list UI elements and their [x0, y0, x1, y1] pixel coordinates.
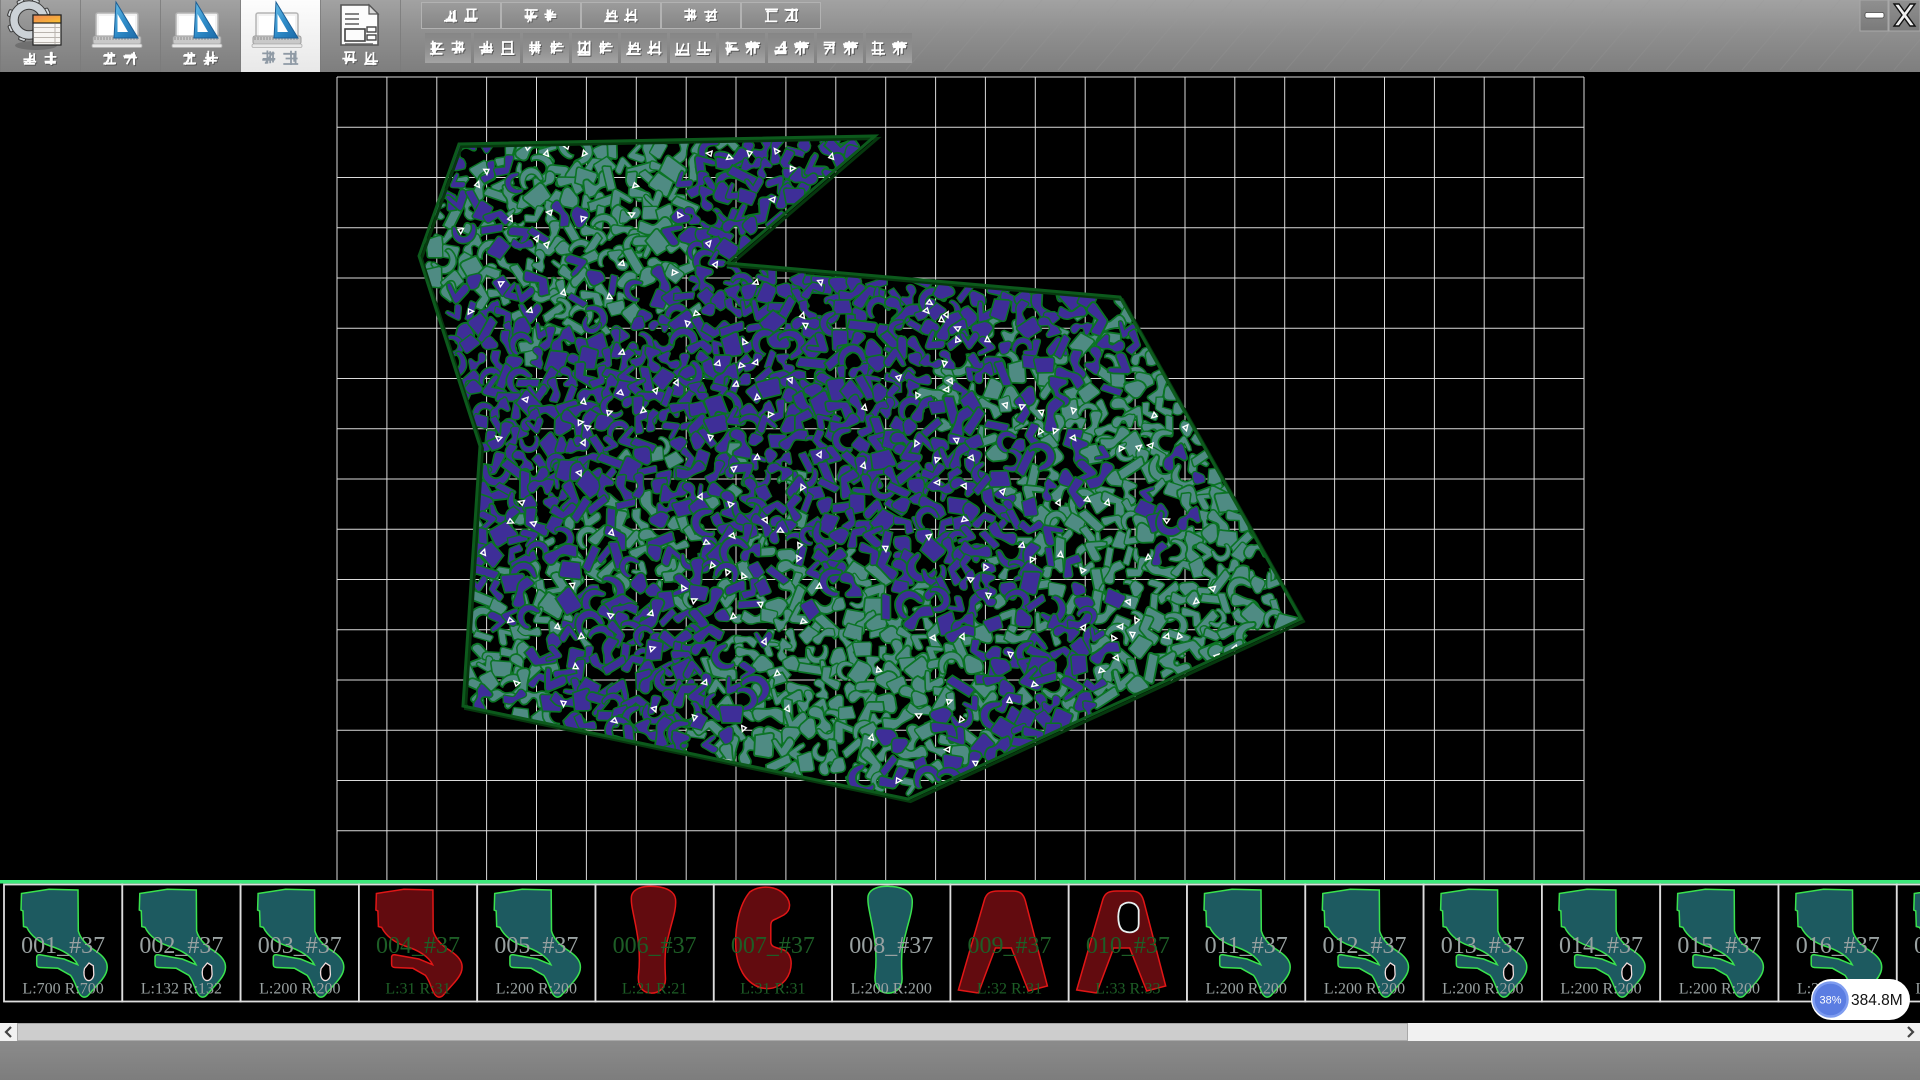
svg-text:014_#37: 014_#37	[1559, 933, 1643, 959]
svg-text:L:200 R:200: L:200 R:200	[1442, 981, 1523, 998]
svg-text:001_#37: 001_#37	[21, 933, 105, 959]
svg-text:L:200 R:200: L:200 R:200	[259, 981, 340, 998]
svg-text:013_#37: 013_#37	[1441, 933, 1525, 959]
svg-text:L:32 R:31: L:32 R:31	[977, 981, 1042, 998]
svg-text:L:31 R:31: L:31 R:31	[740, 981, 805, 998]
svg-text:L:200 R:200: L:200 R:200	[1324, 981, 1405, 998]
svg-text:016_#37: 016_#37	[1796, 933, 1880, 959]
svg-text:005_#37: 005_#37	[494, 933, 578, 959]
svg-text:002_#37: 002_#37	[139, 933, 223, 959]
svg-text:384.8M: 384.8M	[1851, 992, 1903, 1009]
svg-text:L:200 R:200: L:200 R:200	[1915, 981, 1920, 998]
svg-text:015_#37: 015_#37	[1677, 933, 1761, 959]
svg-text:L:200 R:200: L:200 R:200	[496, 981, 577, 998]
svg-text:003_#37: 003_#37	[258, 933, 342, 959]
svg-text:L:21 R:21: L:21 R:21	[622, 981, 687, 998]
svg-text:006_#37: 006_#37	[613, 933, 697, 959]
svg-text:012_#37: 012_#37	[1323, 933, 1407, 959]
svg-text:L:200 R:200: L:200 R:200	[1206, 981, 1287, 998]
svg-text:L:33 R:33: L:33 R:33	[1095, 981, 1160, 998]
svg-text:38%: 38%	[1819, 995, 1841, 1007]
svg-text:L:200 R:200: L:200 R:200	[1679, 981, 1760, 998]
svg-text:L:200 R:200: L:200 R:200	[851, 981, 932, 998]
svg-text:L:31 R:31: L:31 R:31	[385, 981, 450, 998]
svg-text:017_#37: 017_#37	[1914, 933, 1920, 959]
svg-text:008_#37: 008_#37	[849, 933, 933, 959]
svg-text:007_#37: 007_#37	[731, 933, 815, 959]
svg-text:004_#37: 004_#37	[376, 933, 460, 959]
svg-text:011_#37: 011_#37	[1205, 933, 1288, 959]
svg-text:L:132 R:132: L:132 R:132	[141, 981, 222, 998]
svg-text:L:700 R:700: L:700 R:700	[22, 981, 103, 998]
svg-text:010_#37: 010_#37	[1086, 933, 1170, 959]
svg-text:L:200 R:200: L:200 R:200	[1560, 981, 1641, 998]
svg-text:009_#37: 009_#37	[968, 933, 1052, 959]
